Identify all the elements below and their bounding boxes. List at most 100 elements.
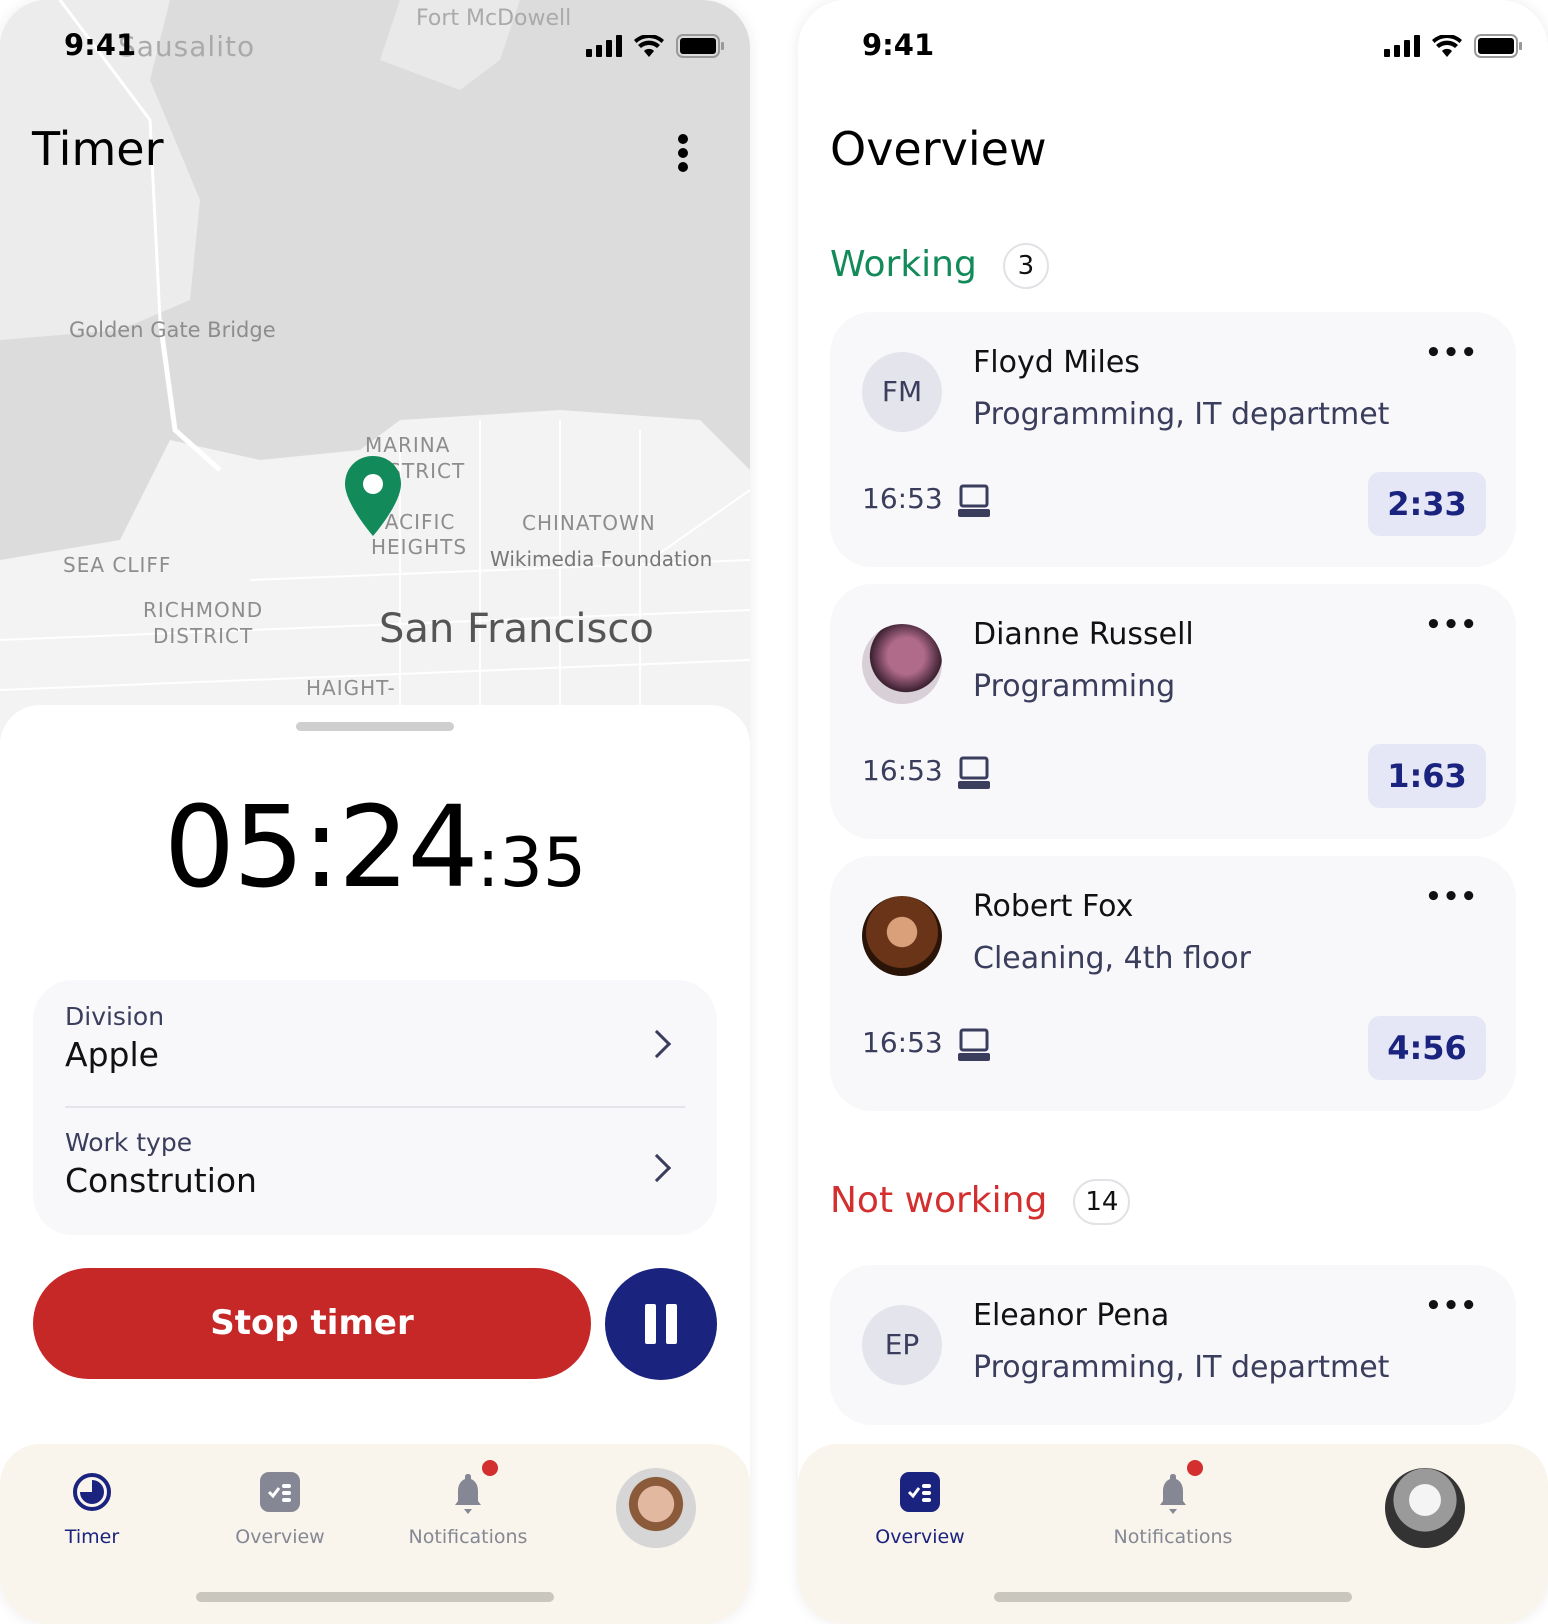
duration-badge: 1:63 bbox=[1368, 744, 1486, 808]
map-label: SEA CLIFF bbox=[63, 553, 172, 577]
more-vertical-icon[interactable] bbox=[676, 133, 690, 173]
tab-label: Overview bbox=[875, 1526, 965, 1548]
timer-seconds: :35 bbox=[476, 824, 587, 903]
person-role: Programming, IT departmet bbox=[973, 397, 1390, 432]
start-time: 16:53 bbox=[862, 482, 943, 515]
work-type-label: Work type bbox=[65, 1128, 193, 1157]
more-horizontal-icon[interactable]: ••• bbox=[1425, 1291, 1478, 1321]
person-card[interactable]: Dianne Russell Programming ••• 16:53 1:6… bbox=[830, 584, 1516, 839]
person-name: Robert Fox bbox=[973, 889, 1134, 924]
company-avatar[interactable] bbox=[1385, 1468, 1465, 1548]
person-name: Eleanor Pena bbox=[973, 1298, 1170, 1333]
work-type-field[interactable]: Work type Constrution bbox=[65, 1128, 685, 1228]
avatar bbox=[862, 896, 942, 976]
more-horizontal-icon[interactable]: ••• bbox=[1425, 338, 1478, 368]
duration-badge: 4:56 bbox=[1368, 1016, 1486, 1080]
map-label: Sausalito bbox=[118, 30, 256, 63]
person-name: Dianne Russell bbox=[973, 617, 1194, 652]
wifi-icon bbox=[1432, 35, 1462, 57]
tab-label: Overview bbox=[235, 1526, 325, 1548]
bell-icon bbox=[455, 1474, 481, 1514]
tab-bar: Timer Overview Notifications bbox=[0, 1444, 750, 1624]
map-label: RICHMOND bbox=[143, 598, 264, 622]
timer-fields-card: Division Apple Work type Constrution bbox=[33, 980, 717, 1235]
pause-icon bbox=[645, 1304, 677, 1344]
timer-display: 05:24:35 bbox=[0, 783, 750, 913]
notification-badge bbox=[482, 1460, 498, 1476]
status-icons bbox=[586, 34, 724, 58]
avatar-initials: EP bbox=[862, 1305, 942, 1385]
location-pin-icon[interactable] bbox=[345, 456, 401, 536]
checklist-icon bbox=[260, 1472, 300, 1512]
division-label: Division bbox=[65, 1002, 165, 1031]
signal-icon bbox=[586, 35, 622, 57]
tab-label: Notifications bbox=[408, 1526, 528, 1548]
battery-icon bbox=[1474, 34, 1522, 58]
laptop-icon bbox=[958, 1028, 990, 1061]
division-value: Apple bbox=[65, 1035, 159, 1074]
drag-handle[interactable] bbox=[296, 722, 454, 731]
map-label: Golden Gate Bridge bbox=[69, 318, 276, 342]
start-time: 16:53 bbox=[862, 754, 943, 787]
map-label: MARINA bbox=[365, 433, 451, 457]
timer-screen: Sausalito Fort McDowell Golden Gate Brid… bbox=[0, 0, 750, 1624]
tab-label: Notifications bbox=[1113, 1526, 1233, 1548]
tab-timer[interactable]: Timer bbox=[12, 1472, 172, 1548]
avatar bbox=[862, 624, 942, 704]
not-working-section-header: Not working 14 bbox=[830, 1179, 1131, 1225]
map-label-city: San Francisco bbox=[379, 606, 654, 652]
working-label: Working bbox=[830, 244, 977, 285]
pause-button[interactable] bbox=[605, 1268, 717, 1380]
timer-main: 05:24 bbox=[163, 783, 479, 913]
profile-avatar[interactable] bbox=[616, 1468, 696, 1548]
tab-notifications[interactable]: Notifications bbox=[388, 1460, 548, 1548]
page-title: Overview bbox=[830, 122, 1047, 176]
checklist-icon bbox=[900, 1472, 940, 1512]
person-card[interactable]: EP Eleanor Pena Programming, IT departme… bbox=[830, 1265, 1516, 1425]
tab-bar: Overview Notifications bbox=[798, 1444, 1548, 1624]
duration-badge: 2:33 bbox=[1368, 472, 1486, 536]
more-horizontal-icon[interactable]: ••• bbox=[1425, 610, 1478, 640]
wifi-icon bbox=[634, 35, 664, 57]
map-label: CHINATOWN bbox=[522, 511, 656, 535]
stop-timer-button[interactable]: Stop timer bbox=[33, 1268, 591, 1379]
status-time: 9:41 bbox=[862, 28, 935, 62]
laptop-icon bbox=[958, 756, 990, 789]
laptop-icon bbox=[958, 484, 990, 517]
work-type-value: Constrution bbox=[65, 1161, 257, 1200]
not-working-label: Not working bbox=[830, 1180, 1048, 1221]
bell-icon bbox=[1160, 1474, 1186, 1514]
tab-overview[interactable]: Overview bbox=[200, 1472, 360, 1548]
page-title: Timer bbox=[32, 122, 164, 176]
overview-screen: 9:41 Overview Working 3 FM Floyd Miles Pr… bbox=[798, 0, 1548, 1624]
person-role: Cleaning, 4th floor bbox=[973, 941, 1251, 976]
home-indicator bbox=[994, 1592, 1352, 1602]
divider bbox=[65, 1106, 685, 1108]
division-field[interactable]: Division Apple bbox=[65, 1002, 685, 1102]
map-label: HEIGHTS bbox=[371, 535, 468, 559]
map[interactable]: Sausalito Fort McDowell Golden Gate Brid… bbox=[0, 0, 750, 740]
person-card[interactable]: Robert Fox Cleaning, 4th floor ••• 16:53… bbox=[830, 856, 1516, 1111]
status-icons bbox=[1384, 34, 1522, 58]
person-card[interactable]: FM Floyd Miles Programming, IT departmet… bbox=[830, 312, 1516, 567]
working-section-header: Working 3 bbox=[830, 243, 1049, 289]
map-label: Fort McDowell bbox=[416, 6, 572, 31]
tab-label: Timer bbox=[64, 1526, 120, 1548]
map-label: Wikimedia Foundation bbox=[490, 547, 713, 571]
battery-icon bbox=[676, 34, 724, 58]
map-label: DISTRICT bbox=[153, 624, 254, 648]
person-role: Programming bbox=[973, 669, 1176, 704]
tab-overview[interactable]: Overview bbox=[840, 1472, 1000, 1548]
home-indicator bbox=[196, 1592, 554, 1602]
status-time: 9:41 bbox=[64, 28, 137, 62]
map-label: HAIGHT- bbox=[306, 676, 396, 700]
person-name: Floyd Miles bbox=[973, 345, 1140, 380]
person-role: Programming, IT departmet bbox=[973, 1350, 1390, 1385]
working-count-badge: 3 bbox=[1002, 243, 1049, 289]
signal-icon bbox=[1384, 35, 1420, 57]
clock-icon bbox=[73, 1473, 111, 1511]
more-horizontal-icon[interactable]: ••• bbox=[1425, 882, 1478, 912]
not-working-count-badge: 14 bbox=[1073, 1179, 1131, 1225]
tab-notifications[interactable]: Notifications bbox=[1093, 1460, 1253, 1548]
avatar-initials: FM bbox=[862, 352, 942, 432]
